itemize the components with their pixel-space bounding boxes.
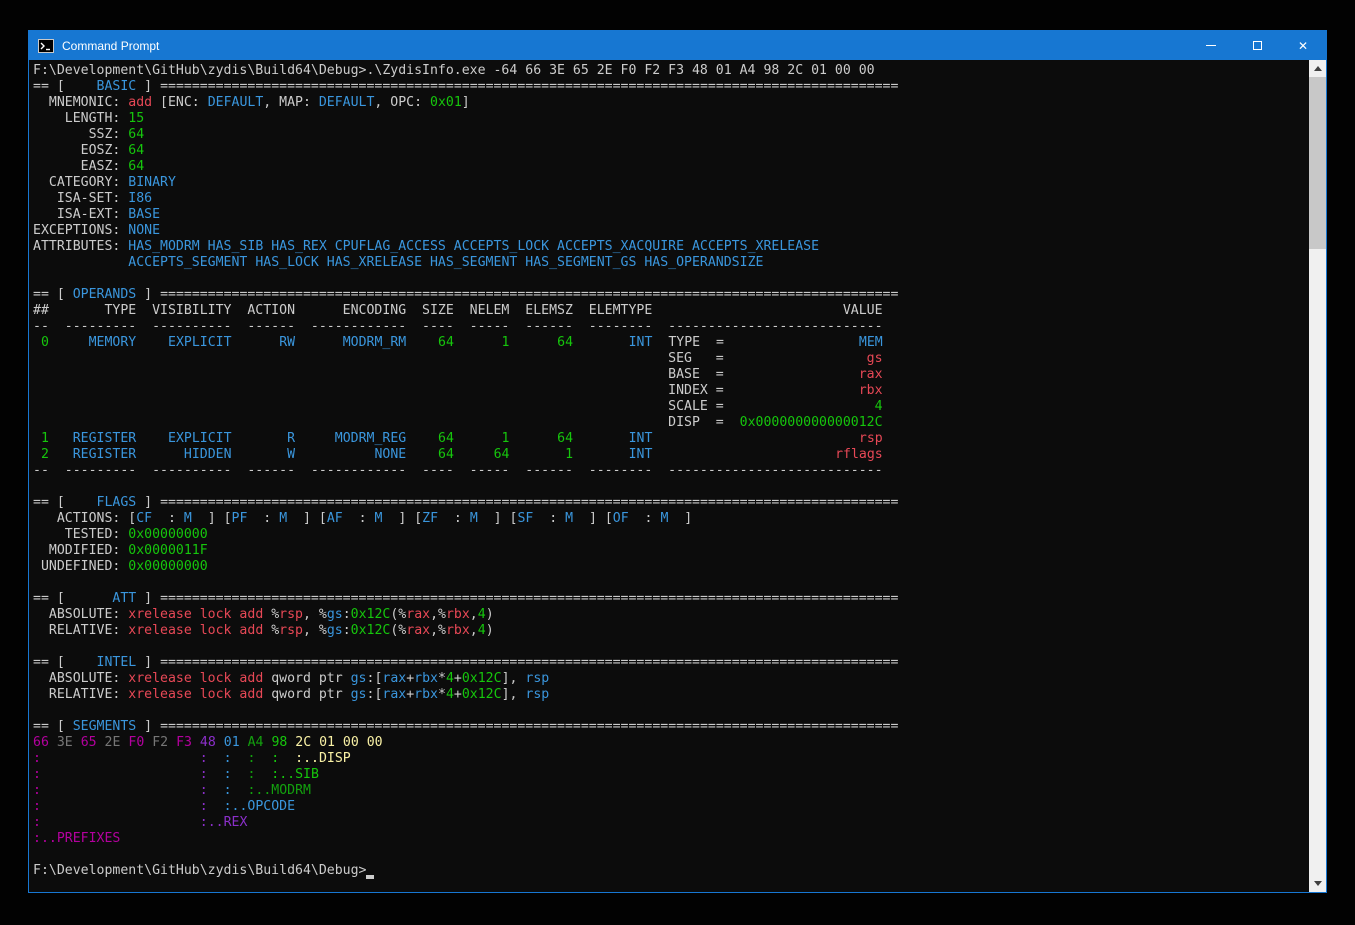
terminal-line: TESTED: 0x00000000	[33, 527, 1309, 543]
terminal-line	[33, 639, 1309, 655]
terminal-line: == [ BASIC ] ===========================…	[33, 79, 1309, 95]
terminal-line: 2 REGISTER HIDDEN W NONE 64 64 1 INT rfl…	[33, 447, 1309, 463]
terminal-line: : :..REX	[33, 815, 1309, 831]
terminal-line: ATTRIBUTES: HAS_MODRM HAS_SIB HAS_REX CP…	[33, 239, 1309, 255]
terminal-line: 0 MEMORY EXPLICIT RW MODRM_RM 64 1 64 IN…	[33, 335, 1309, 351]
terminal-line: == [ OPERANDS ] ========================…	[33, 287, 1309, 303]
terminal-line: LENGTH: 15	[33, 111, 1309, 127]
terminal-line: EXCEPTIONS: NONE	[33, 223, 1309, 239]
close-icon: ✕	[1298, 40, 1308, 52]
terminal-line: == [ INTEL ] ===========================…	[33, 655, 1309, 671]
terminal-line: ABSOLUTE: xrelease lock add %rsp, %gs:0x…	[33, 607, 1309, 623]
maximize-button[interactable]	[1234, 31, 1280, 60]
terminal-line: -- --------- ---------- ------ ---------…	[33, 463, 1309, 479]
terminal-line: BASE = rax	[33, 367, 1309, 383]
scroll-up-button[interactable]	[1309, 60, 1326, 77]
scrollbar-thumb[interactable]	[1309, 77, 1326, 249]
minimize-icon	[1206, 45, 1216, 46]
terminal-line: INDEX = rbx	[33, 383, 1309, 399]
terminal-cursor	[366, 863, 374, 879]
command-prompt-window: Command Prompt ✕ F:\Development\GitHub\z…	[28, 30, 1327, 893]
terminal-line	[33, 703, 1309, 719]
terminal-line: ## TYPE VISIBILITY ACTION ENCODING SIZE …	[33, 303, 1309, 319]
terminal-line: : : : :..MODRM	[33, 783, 1309, 799]
cmd-icon	[38, 39, 54, 53]
terminal-line	[33, 479, 1309, 495]
terminal-line: 66 3E 65 2E F0 F2 F3 48 01 A4 98 2C 01 0…	[33, 735, 1309, 751]
terminal-line: == [ FLAGS ] ===========================…	[33, 495, 1309, 511]
terminal-line: RELATIVE: xrelease lock add qword ptr gs…	[33, 687, 1309, 703]
terminal-line: EOSZ: 64	[33, 143, 1309, 159]
terminal-line: DISP = 0x000000000000012C	[33, 415, 1309, 431]
terminal-line: SCALE = 4	[33, 399, 1309, 415]
scroll-up-icon	[1314, 66, 1322, 71]
terminal-line: CATEGORY: BINARY	[33, 175, 1309, 191]
maximize-icon	[1253, 41, 1262, 50]
window-title: Command Prompt	[62, 39, 159, 53]
terminal-line: : : :..OPCODE	[33, 799, 1309, 815]
terminal-line: == [ ATT ] =============================…	[33, 591, 1309, 607]
terminal-line: MODIFIED: 0x0000011F	[33, 543, 1309, 559]
terminal-line: == [ SEGMENTS ] ========================…	[33, 719, 1309, 735]
window-controls: ✕	[1188, 31, 1326, 60]
terminal-line	[33, 271, 1309, 287]
minimize-button[interactable]	[1188, 31, 1234, 60]
terminal-line: ACTIONS: [CF : M ] [PF : M ] [AF : M ] […	[33, 511, 1309, 527]
titlebar[interactable]: Command Prompt ✕	[29, 31, 1326, 60]
terminal-line: MNEMONIC: add [ENC: DEFAULT, MAP: DEFAUL…	[33, 95, 1309, 111]
terminal-line: F:\Development\GitHub\zydis\Build64\Debu…	[33, 863, 1309, 879]
terminal-line: -- --------- ---------- ------ ---------…	[33, 319, 1309, 335]
terminal-line: UNDEFINED: 0x00000000	[33, 559, 1309, 575]
terminal-line: RELATIVE: xrelease lock add %rsp, %gs:0x…	[33, 623, 1309, 639]
terminal-line: : : : : : :..DISP	[33, 751, 1309, 767]
terminal-line: ACCEPTS_SEGMENT HAS_LOCK HAS_XRELEASE HA…	[33, 255, 1309, 271]
terminal-line: ISA-SET: I86	[33, 191, 1309, 207]
terminal-line: EASZ: 64	[33, 159, 1309, 175]
terminal-line: SEG = gs	[33, 351, 1309, 367]
terminal-line	[33, 575, 1309, 591]
terminal-line	[33, 847, 1309, 863]
scroll-down-button[interactable]	[1309, 875, 1326, 892]
terminal-output[interactable]: F:\Development\GitHub\zydis\Build64\Debu…	[29, 60, 1309, 892]
terminal-line: SSZ: 64	[33, 127, 1309, 143]
terminal-line: : : : : :..SIB	[33, 767, 1309, 783]
close-button[interactable]: ✕	[1280, 31, 1326, 60]
terminal-line: :..PREFIXES	[33, 831, 1309, 847]
terminal-line: F:\Development\GitHub\zydis\Build64\Debu…	[33, 63, 1309, 79]
terminal-line: ISA-EXT: BASE	[33, 207, 1309, 223]
terminal-line: 1 REGISTER EXPLICIT R MODRM_REG 64 1 64 …	[33, 431, 1309, 447]
terminal-line: ABSOLUTE: xrelease lock add qword ptr gs…	[33, 671, 1309, 687]
scroll-down-icon	[1314, 881, 1322, 886]
scrollbar[interactable]	[1309, 60, 1326, 892]
console-body: F:\Development\GitHub\zydis\Build64\Debu…	[29, 60, 1326, 892]
